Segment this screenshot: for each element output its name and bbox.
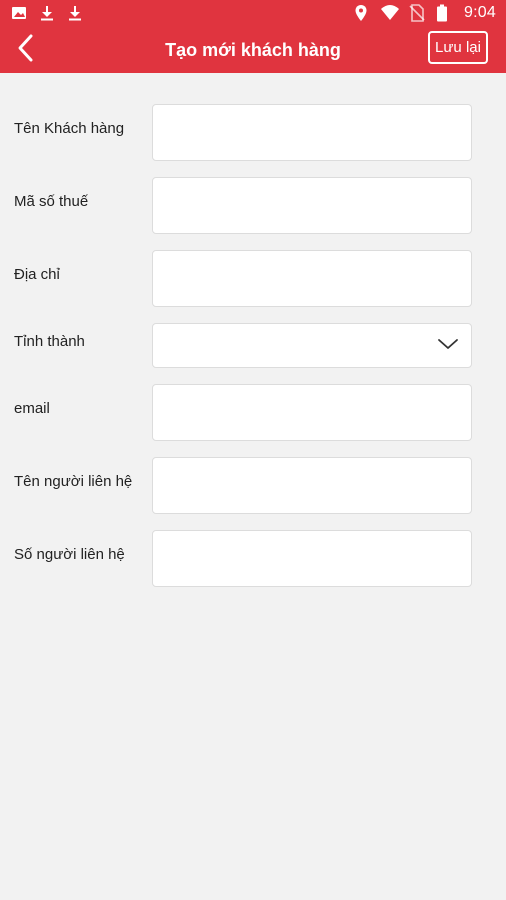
address-input[interactable]: [152, 250, 472, 307]
wifi-icon: [380, 4, 400, 22]
customer-name-label: Tên Khách hàng: [14, 120, 125, 137]
contact-number-input[interactable]: [152, 530, 472, 587]
province-select[interactable]: [152, 323, 472, 368]
save-button[interactable]: Lưu lại: [428, 31, 488, 64]
email-input[interactable]: [152, 384, 472, 441]
battery-icon: [436, 4, 454, 22]
status-time: 9:04: [464, 4, 496, 21]
toolbar: Tạo mới khách hàng Lưu lại: [0, 28, 506, 73]
email-label: email: [14, 400, 50, 417]
chevron-down-icon: [437, 337, 459, 355]
contact-name-label: Tên người liên hệ: [14, 473, 133, 490]
address-label: Địa chỉ: [14, 266, 60, 283]
image-icon: [10, 4, 28, 22]
download-icon: [66, 4, 84, 22]
contact-name-input[interactable]: [152, 457, 472, 514]
download-icon: [38, 4, 56, 22]
tax-code-label: Mã số thuế: [14, 193, 89, 210]
app-bar: 9:04 Tạo mới khách hàng Lưu lại: [0, 0, 506, 73]
status-bar: 9:04: [0, 0, 506, 28]
location-icon: [352, 4, 370, 22]
customer-name-input[interactable]: [152, 104, 472, 161]
contact-number-label: Số người liên hệ: [14, 546, 125, 563]
no-sim-icon: [408, 4, 426, 22]
tax-code-input[interactable]: [152, 177, 472, 234]
province-label: Tỉnh thành: [14, 333, 85, 350]
